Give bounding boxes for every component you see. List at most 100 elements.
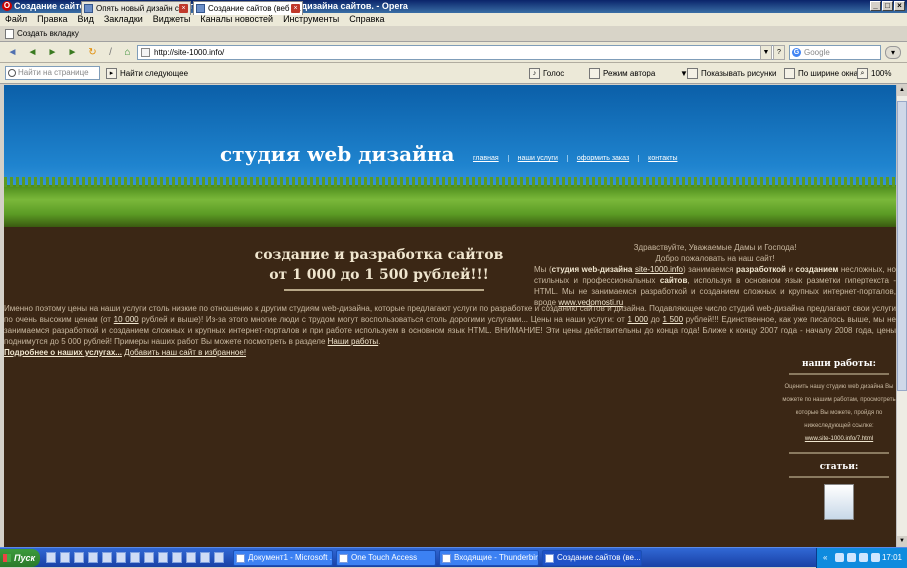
voice-icon: ♪: [529, 68, 540, 79]
author-mode-icon: [589, 68, 600, 79]
quicklaunch-icon[interactable]: [186, 552, 196, 563]
maximize-button[interactable]: □: [882, 1, 893, 11]
fast-forward-icon[interactable]: ►: [66, 46, 79, 59]
search-go-button[interactable]: ▾: [885, 46, 901, 59]
taskbar-button[interactable]: Документ1 - Microsoft ...: [233, 550, 333, 566]
quicklaunch-icon[interactable]: [88, 552, 98, 563]
sidebar-works-link[interactable]: www.site-1000.info/7.html: [782, 433, 896, 446]
tab-close-icon[interactable]: ×: [291, 4, 300, 13]
greeting-studio: студия web-дизайна: [551, 265, 633, 274]
site-nav: главная наши услуги оформить заказ конта…: [464, 155, 686, 162]
app-icon: [339, 554, 348, 563]
quicklaunch-icon[interactable]: [200, 552, 210, 563]
sidebar-divider: [789, 476, 889, 478]
add-favorites-link[interactable]: Добавить наш сайт в избранное!: [124, 348, 246, 357]
nav-link-home[interactable]: главная: [464, 155, 509, 162]
quicklaunch-icon[interactable]: [46, 552, 56, 563]
zoom-value: 100%: [871, 69, 892, 78]
tray-icon[interactable]: [871, 553, 880, 562]
rewind-icon[interactable]: ◄: [26, 46, 39, 59]
hero-divider: [284, 289, 484, 291]
wand-icon[interactable]: /: [104, 46, 117, 59]
author-mode-dropdown[interactable]: ▼: [672, 67, 688, 80]
voice-button[interactable]: ♪ Голос: [529, 67, 564, 80]
greeting-bold: сайтов: [659, 276, 688, 285]
tab-close-icon[interactable]: ×: [179, 4, 188, 13]
windows-taskbar: Пуск Документ1 - Microsoft ... One Touch…: [0, 547, 907, 568]
sidebar-divider: [789, 452, 889, 454]
go-button[interactable]: ?: [773, 45, 785, 60]
nav-link-services[interactable]: наши услуги: [509, 155, 568, 162]
find-input[interactable]: Найти на странице: [5, 66, 100, 80]
more-services-link[interactable]: Подробнее о наших услугах...: [4, 348, 122, 357]
address-field[interactable]: http://site-1000.info/: [137, 45, 785, 60]
vertical-scrollbar[interactable]: ▲ ▼: [896, 85, 907, 547]
taskbar-button-active[interactable]: Создание сайтов (ве...: [542, 550, 642, 566]
system-tray: « 17:01: [816, 548, 907, 568]
show-images-button[interactable]: Показывать рисунки: [687, 67, 776, 80]
find-next-icon: ▸: [106, 68, 117, 79]
greeting-text: Мы (: [534, 265, 552, 274]
zoom-control[interactable]: ⌕ 100%: [857, 67, 891, 80]
main-text: Именно поэтому цены на наши услуги столь…: [4, 303, 896, 358]
tray-icon[interactable]: [835, 553, 844, 562]
tray-expand-button[interactable]: «: [823, 548, 827, 568]
tray-icon[interactable]: [847, 553, 856, 562]
menu-help[interactable]: Справка: [344, 13, 389, 26]
find-next-label: Найти следующее: [120, 69, 189, 78]
voice-label: Голос: [543, 69, 565, 78]
opera-icon: O: [2, 1, 12, 11]
taskbar-button[interactable]: Входящие - Thunderbird: [439, 550, 539, 566]
menu-file[interactable]: Файл: [0, 13, 32, 26]
tab-item-active[interactable]: Создание сайтов (веб (... ×: [193, 1, 303, 15]
tab-bar: [0, 26, 907, 42]
search-icon: [8, 69, 16, 77]
site-brand[interactable]: студия web дизайна: [220, 142, 454, 166]
scroll-up-button[interactable]: ▲: [897, 85, 907, 96]
search-input[interactable]: G Google: [789, 45, 881, 60]
sidebar: наши работы: Оценить нашу студию web диз…: [782, 357, 896, 520]
main-text-part: до: [650, 315, 660, 324]
hero-line-1: создание и разработка сайтов: [254, 247, 504, 263]
home-icon[interactable]: ⌂: [121, 46, 134, 59]
quicklaunch-icon[interactable]: [214, 552, 224, 563]
navigation-bar: ◄ ◄ ► ► ↻ / ⌂ http://site-1000.info/ ▼ ?…: [0, 42, 907, 63]
minimize-button[interactable]: _: [870, 1, 881, 11]
author-mode-button[interactable]: Режим автора: [589, 67, 655, 80]
show-images-label: Показывать рисунки: [701, 69, 777, 78]
fit-width-button[interactable]: По ширине окна: [784, 67, 858, 80]
tab-label: Создание сайтов (веб (...: [208, 4, 302, 13]
quicklaunch-icon[interactable]: [130, 552, 140, 563]
author-mode-label: Режим автора: [603, 69, 656, 78]
tab-item[interactable]: Опять новый дизайн ст... ×: [81, 1, 191, 15]
tray-icon[interactable]: [859, 553, 868, 562]
word-icon: [236, 554, 245, 563]
back-arrow-icon[interactable]: ◄: [6, 46, 19, 59]
quicklaunch-icon[interactable]: [172, 552, 182, 563]
address-dropdown-button[interactable]: ▼: [760, 45, 772, 60]
quicklaunch-icon[interactable]: [144, 552, 154, 563]
reload-icon[interactable]: ↻: [86, 46, 99, 59]
our-works-link[interactable]: Наши работы: [328, 337, 379, 346]
quicklaunch-icon[interactable]: [158, 552, 168, 563]
new-tab-button[interactable]: Создать вкладку: [3, 27, 79, 41]
scroll-thumb[interactable]: [897, 101, 907, 391]
search-placeholder: Google: [804, 48, 830, 57]
quicklaunch-icon[interactable]: [74, 552, 84, 563]
quicklaunch-icon[interactable]: [116, 552, 126, 563]
quicklaunch-icon[interactable]: [102, 552, 112, 563]
quicklaunch-icon[interactable]: [60, 552, 70, 563]
page-icon: [141, 48, 150, 57]
menu-edit[interactable]: Правка: [32, 13, 72, 26]
close-window-button[interactable]: ×: [894, 1, 905, 11]
taskbar-button[interactable]: One Touch Access: [336, 550, 436, 566]
greeting-line-2: Добро пожаловать на наш сайт!: [655, 254, 775, 263]
find-next-button[interactable]: ▸ Найти следующее: [106, 67, 188, 80]
forward-icon[interactable]: ►: [46, 46, 59, 59]
nav-link-order[interactable]: оформить заказ: [568, 155, 640, 162]
article-thumbnail[interactable]: [824, 484, 854, 520]
scroll-down-button[interactable]: ▼: [897, 536, 907, 547]
start-button[interactable]: Пуск: [0, 549, 40, 567]
nav-link-contacts[interactable]: контакты: [639, 155, 686, 162]
greeting-site-link[interactable]: site-1000.info: [635, 265, 683, 274]
